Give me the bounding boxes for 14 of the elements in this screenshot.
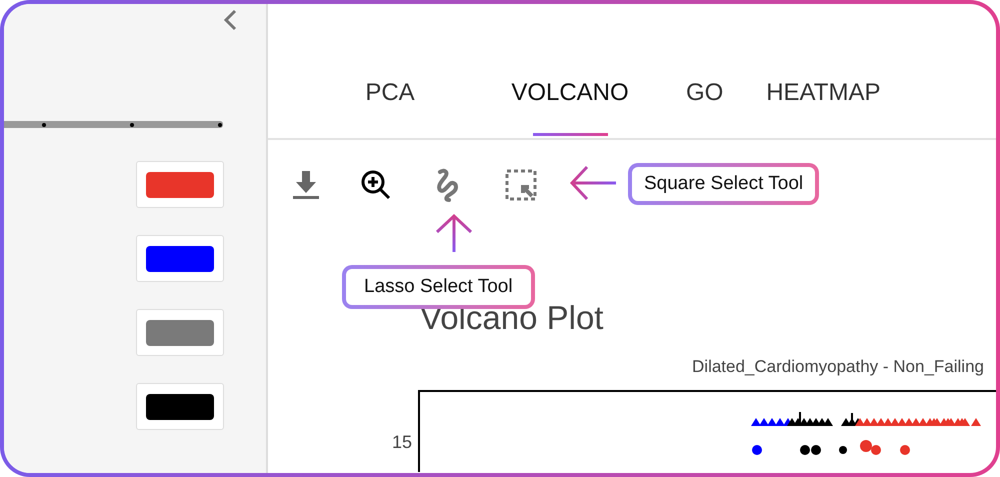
- color-swatch-button[interactable]: [136, 309, 224, 356]
- color-swatch-button[interactable]: [136, 161, 224, 208]
- chevron-left-icon[interactable]: [222, 8, 238, 32]
- tab[interactable]: PCA: [300, 78, 480, 138]
- axis-tick-label: 15: [392, 432, 412, 452]
- download-icon[interactable]: [292, 170, 320, 200]
- color-swatch-button[interactable]: [136, 235, 224, 282]
- color-swatch-button[interactable]: [136, 383, 224, 430]
- tab[interactable]: HEATMAP: [733, 78, 914, 138]
- range-slider[interactable]: [4, 121, 223, 128]
- plot-subtitle: Dilated_Cardiomyopathy - Non_Failing: [691, 356, 985, 378]
- arrow-icon: [569, 163, 619, 203]
- square-select-icon[interactable]: [504, 168, 538, 202]
- tab[interactable]: GO: [676, 78, 734, 138]
